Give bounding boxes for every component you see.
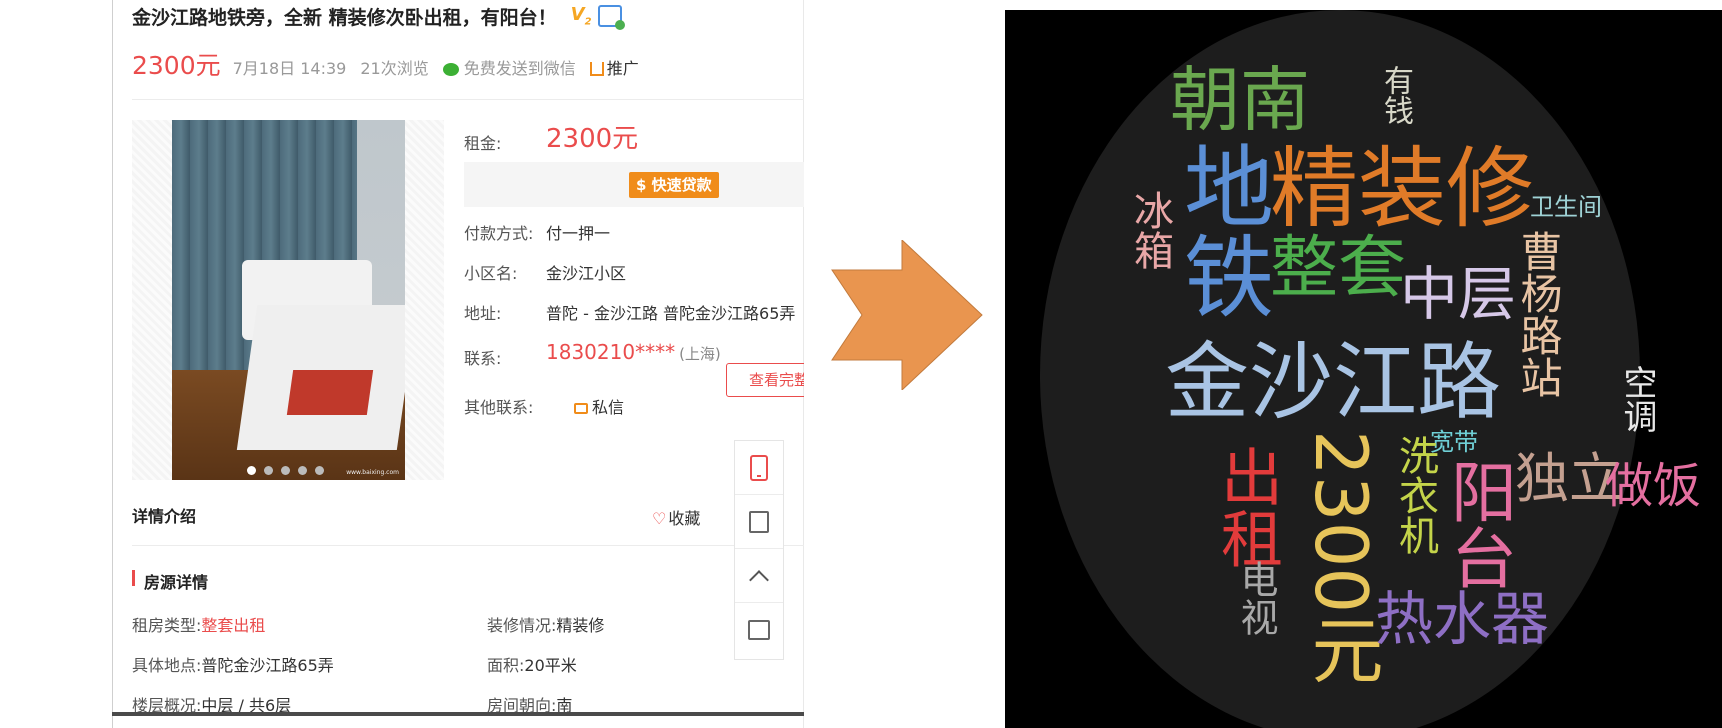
divider bbox=[132, 99, 804, 100]
photo-pagination bbox=[247, 466, 324, 475]
word-caoyanglu-zhan: 曹杨路站 bbox=[1514, 230, 1563, 398]
arrow-shape bbox=[831, 240, 983, 390]
rent-value: 2300元 bbox=[546, 124, 639, 154]
word-jinshajianglu: 金沙江路 bbox=[1165, 333, 1502, 431]
photo-dot[interactable] bbox=[247, 466, 256, 475]
share-icon bbox=[589, 62, 604, 76]
photo-dot[interactable] bbox=[315, 466, 324, 475]
listing-panel: 金沙江路地铁旁，全新 精装修次卧出租，有阳台！ V2 2300元 7月18日 1… bbox=[112, 0, 804, 728]
word-weishengjian: 卫生间 bbox=[1530, 193, 1602, 221]
attr-location: 具体地点:普陀金沙江路65弄 bbox=[132, 652, 334, 676]
toolbar-phone-button[interactable] bbox=[735, 441, 783, 495]
toolbar-chat-button[interactable] bbox=[735, 603, 783, 657]
word-zuofan: 做饭 bbox=[1605, 458, 1702, 514]
word-jingzhuangxiu: 精装修 bbox=[1270, 137, 1535, 240]
payment-value: 付一押一 bbox=[546, 224, 611, 243]
attr-value: 普陀金沙江路65弄 bbox=[201, 656, 334, 675]
word-bingxiang: 冰箱 bbox=[1127, 190, 1173, 270]
contact-label: 联系: bbox=[464, 349, 502, 368]
payment-label: 付款方式: bbox=[464, 224, 534, 243]
price-row: 2300元 7月18日 14:39 21次浏览 免费发送到微信 推广 bbox=[132, 46, 639, 80]
promote-label: 推广 bbox=[606, 59, 639, 78]
attr-rent-type: 租房类型:整套出租 bbox=[132, 612, 265, 636]
word-cloud: 朝南 有钱 地铁 精装修 卫生间 冰箱 整套 中层 曹杨路站 金沙江路 空调 宽… bbox=[1005, 10, 1722, 728]
word-xiyiji: 洗衣机 bbox=[1392, 435, 1438, 555]
back-to-top-icon bbox=[749, 569, 769, 590]
right-arrow-icon bbox=[831, 240, 983, 390]
favorite-button[interactable]: ♡ 收藏 bbox=[652, 505, 700, 529]
detail-heading: 详情介绍 bbox=[132, 507, 197, 526]
floating-toolbar bbox=[734, 440, 784, 660]
view-count: 21次浏览 bbox=[360, 59, 429, 78]
toolbar-edit-button[interactable] bbox=[735, 495, 783, 549]
contact-phone: 1830210**** (上海) bbox=[546, 340, 721, 364]
vip-badge-letter: V bbox=[570, 4, 585, 26]
listing-title: 金沙江路地铁旁，全新 精装修次卧出租，有阳台！ bbox=[132, 6, 557, 29]
private-message-link[interactable]: 私信 bbox=[574, 394, 624, 418]
photo-gallery: www.baixing.com bbox=[132, 120, 444, 480]
contact-phone-number: 1830210**** bbox=[546, 340, 676, 364]
listing-price: 2300元 bbox=[132, 51, 221, 80]
toolbar-back-to-top-button[interactable] bbox=[735, 549, 783, 603]
word-2300yuan: 2300元 bbox=[1299, 430, 1383, 686]
quick-loan-button[interactable]: $ 快速贷款 bbox=[629, 172, 719, 198]
edit-icon bbox=[749, 510, 769, 533]
section-title: 房源详情 bbox=[144, 573, 209, 592]
attr-key: 租房类型: bbox=[132, 616, 202, 635]
attr-value: 20平米 bbox=[524, 656, 577, 675]
address-label: 地址: bbox=[464, 304, 502, 323]
bottom-border bbox=[112, 712, 804, 716]
private-message-label: 私信 bbox=[592, 398, 625, 417]
attr-key: 具体地点: bbox=[132, 656, 202, 675]
attr-key: 面积: bbox=[487, 656, 525, 675]
word-chuzu: 出租 bbox=[1210, 445, 1283, 569]
favorite-label: 收藏 bbox=[668, 509, 701, 528]
rent-label: 租金: bbox=[464, 134, 502, 153]
attr-value[interactable]: 整套出租 bbox=[201, 616, 265, 635]
promote-link[interactable]: 推广 bbox=[589, 55, 639, 79]
room-photo[interactable]: www.baixing.com bbox=[172, 120, 405, 480]
loan-bar: $ 快速贷款 bbox=[464, 162, 804, 207]
view-full-number-button[interactable]: 查看完整 bbox=[726, 363, 804, 397]
photo-dot[interactable] bbox=[264, 466, 273, 475]
attr-area: 面积:20平米 bbox=[487, 652, 577, 676]
word-zhongceng: 中层 bbox=[1400, 260, 1517, 328]
other-contact-label: 其他联系: bbox=[464, 398, 534, 417]
title-row: 金沙江路地铁旁，全新 精装修次卧出租，有阳台！ V2 bbox=[132, 2, 625, 30]
community-value[interactable]: 金沙江小区 bbox=[546, 260, 626, 284]
word-yangtai: 阳台 bbox=[1440, 458, 1517, 590]
word-youqian: 有钱 bbox=[1378, 65, 1413, 125]
send-to-wechat-link[interactable]: 免费发送到微信 bbox=[442, 55, 576, 79]
word-reshuiqi: 热水器 bbox=[1375, 585, 1550, 653]
chat-icon bbox=[748, 620, 770, 640]
contact-region: (上海) bbox=[679, 345, 721, 363]
send-to-wechat-label: 免费发送到微信 bbox=[463, 59, 576, 78]
attr-decoration: 装修情况:精装修 bbox=[487, 612, 604, 636]
community-label: 小区名: bbox=[464, 264, 518, 283]
section-marker bbox=[132, 570, 135, 586]
message-icon bbox=[574, 403, 588, 414]
attr-key: 装修情况: bbox=[487, 616, 557, 635]
word-dianshi: 电视 bbox=[1234, 560, 1278, 636]
vip-badge-icon: V2 bbox=[571, 4, 592, 28]
attr-value: 精装修 bbox=[556, 616, 605, 635]
word-chaonan: 朝南 bbox=[1170, 59, 1310, 141]
vip-badge-level: 2 bbox=[584, 16, 592, 28]
photo-dot[interactable] bbox=[298, 466, 307, 475]
address-value: 普陀 - 金沙江路 普陀金沙江路65弄 bbox=[546, 304, 796, 323]
photo-mattress-label bbox=[286, 370, 374, 415]
word-ditie: 地铁 bbox=[1168, 140, 1273, 320]
verified-id-icon bbox=[597, 5, 625, 30]
divider bbox=[132, 545, 804, 546]
word-zhengtao: 整套 bbox=[1270, 229, 1407, 308]
post-date: 7月18日 14:39 bbox=[232, 59, 347, 78]
photo-watermark: www.baixing.com bbox=[346, 469, 399, 476]
phone-icon bbox=[750, 454, 768, 481]
word-kongtiao: 空调 bbox=[1617, 365, 1657, 433]
photo-dot[interactable] bbox=[281, 466, 290, 475]
wechat-icon bbox=[442, 63, 459, 76]
heart-icon: ♡ bbox=[652, 509, 667, 528]
